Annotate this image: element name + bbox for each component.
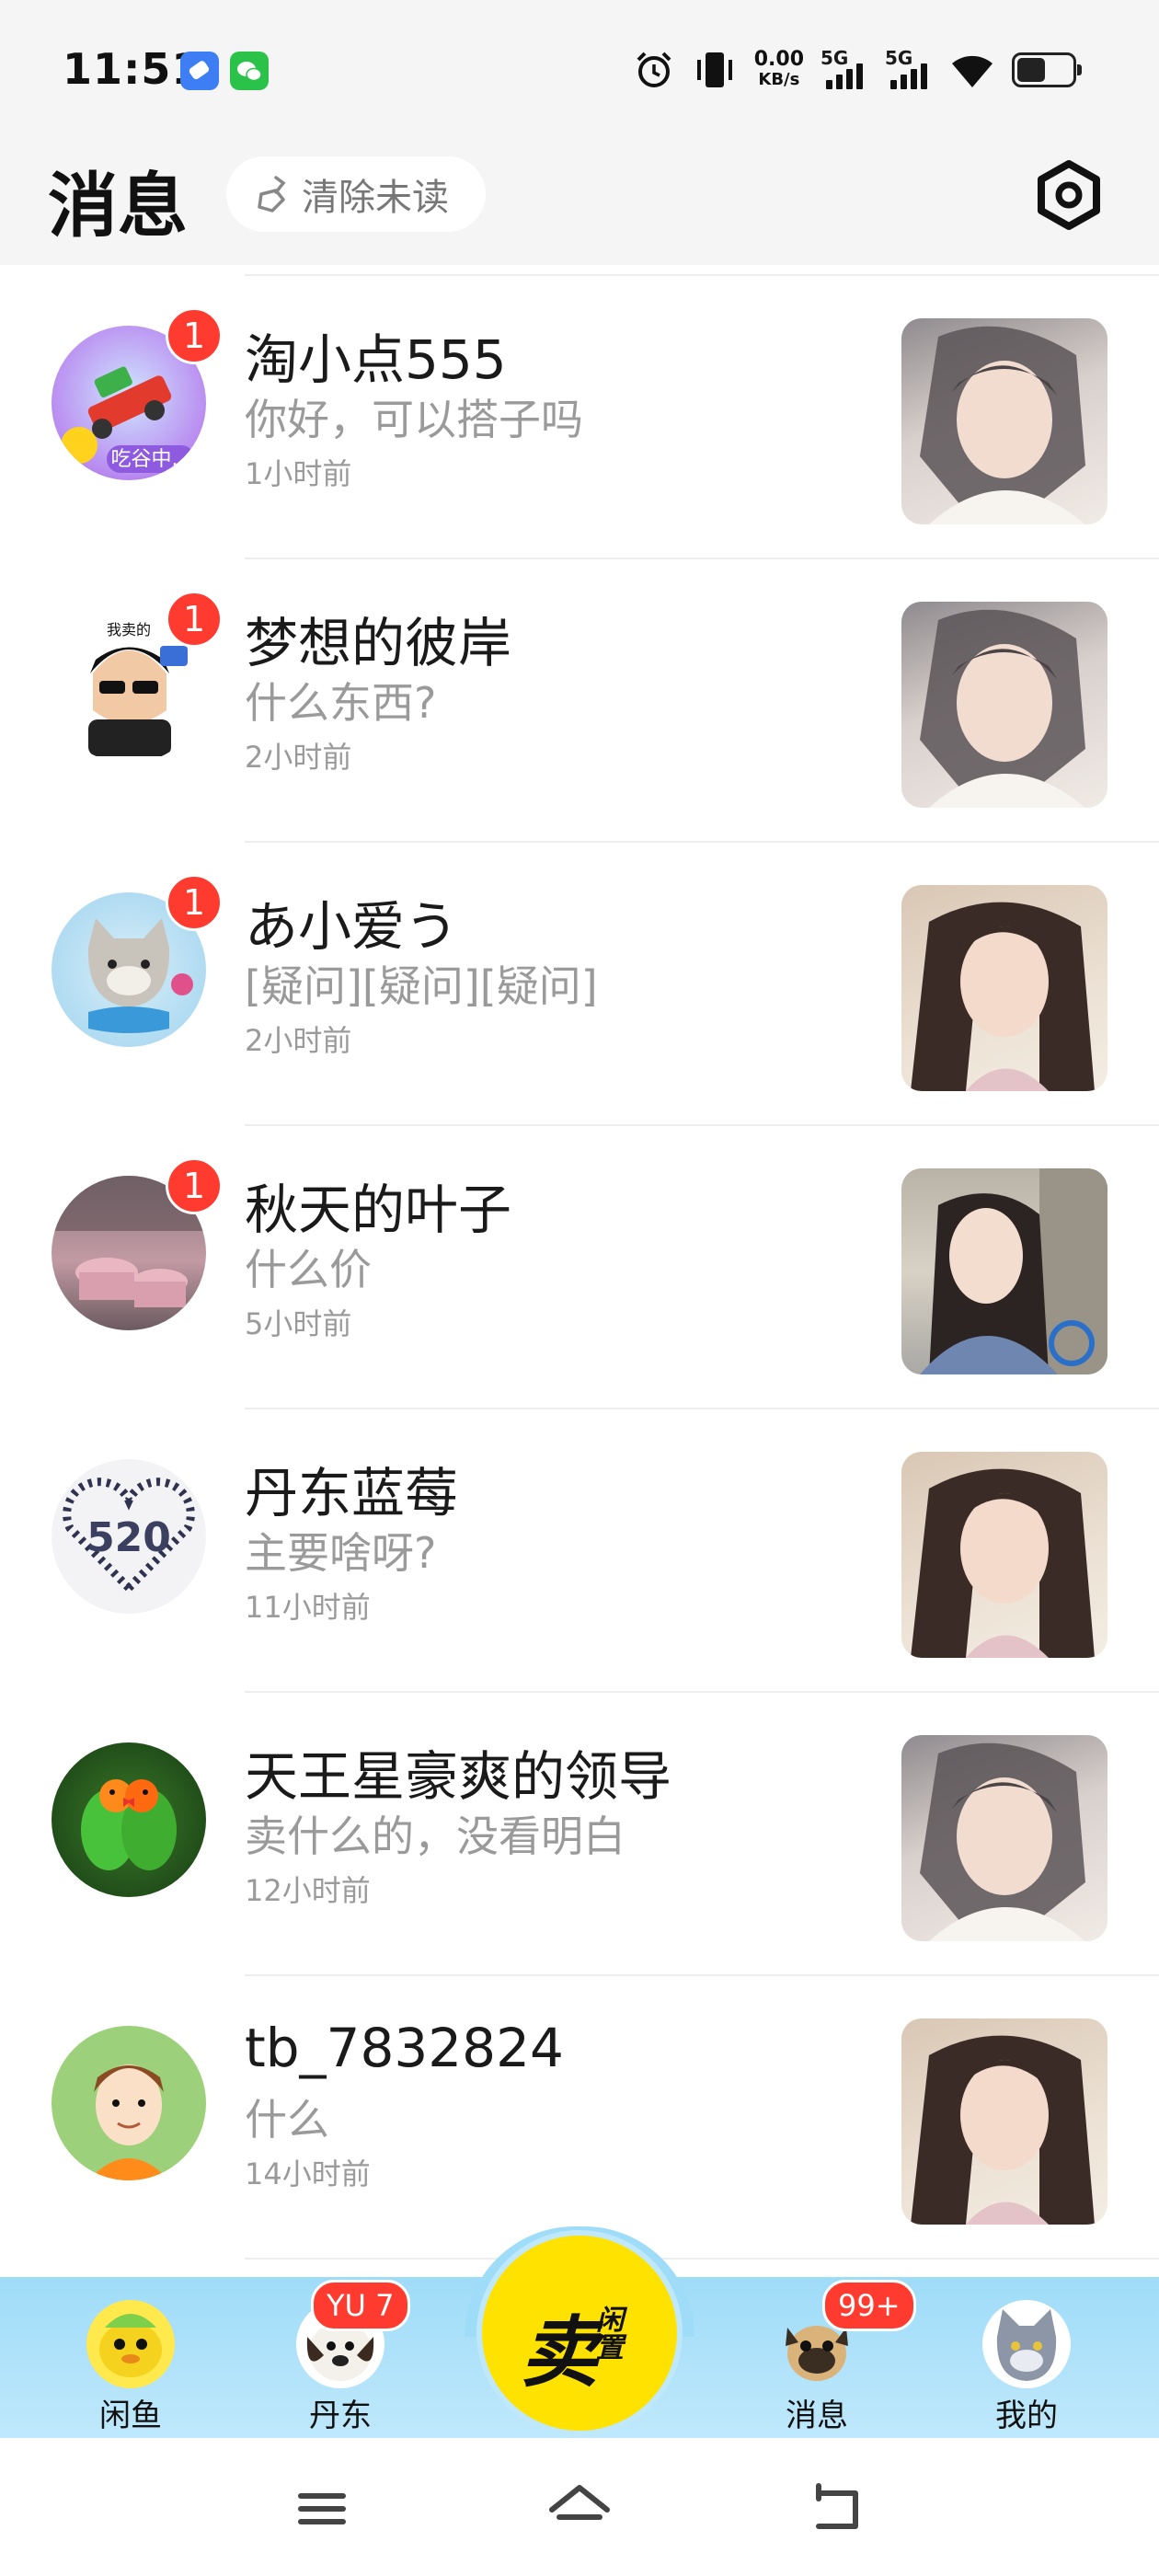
- tab-label: 我的: [995, 2398, 1058, 2434]
- last-message: 什么价: [245, 1245, 372, 1294]
- last-message: 什么东西?: [245, 678, 437, 728]
- message-time: 12小时前: [245, 1873, 371, 1908]
- avatar-caption: 我卖的: [107, 621, 151, 638]
- unread-badge: 1: [166, 1157, 223, 1214]
- contact-name: 天王星豪爽的领导: [245, 1745, 672, 1808]
- divider: [245, 1691, 1159, 1693]
- last-message: 你好，可以搭子吗: [245, 395, 583, 444]
- menu-icon[interactable]: [285, 2477, 359, 2541]
- tab-label: 闲鱼: [99, 2398, 162, 2434]
- item-thumbnail[interactable]: [901, 1168, 1107, 1374]
- item-thumbnail[interactable]: [901, 2018, 1107, 2225]
- divider: [245, 1124, 1159, 1126]
- clear-unread-button[interactable]: 清除未读: [226, 156, 486, 232]
- wechat-icon: [230, 52, 269, 90]
- contact-name: tb_7832824: [245, 2017, 564, 2079]
- tab-xianyu[interactable]: 闲鱼: [57, 2300, 204, 2435]
- tab-label: 丹东: [309, 2398, 372, 2434]
- conversation-row[interactable]: 520 丹东蓝莓 主要啥呀? 11小时前: [0, 1408, 1159, 1691]
- avatar[interactable]: [52, 2026, 206, 2180]
- message-time: 1小时前: [245, 456, 352, 491]
- avatar-caption: 吃谷中...: [111, 448, 191, 471]
- message-time: 14小时前: [245, 2156, 371, 2191]
- last-message: 主要啥呀?: [245, 1528, 437, 1578]
- divider: [245, 1974, 1159, 1976]
- contact-name: あ小爱う: [245, 895, 459, 958]
- cat-avatar-icon: [982, 2300, 1071, 2388]
- conversation-row[interactable]: 我卖的 1 梦想的彼岸 什么东西? 2小时前: [0, 558, 1159, 841]
- tab-badge: 99+: [822, 2280, 916, 2331]
- divider: [245, 1408, 1159, 1409]
- item-thumbnail[interactable]: [901, 1735, 1107, 1941]
- signal-sim1-icon: 5G: [820, 47, 868, 93]
- message-time: 11小时前: [245, 1590, 371, 1625]
- status-indicators: 0.00 KB/s 5G 5G: [633, 42, 1082, 98]
- avatar-caption: 520: [86, 1514, 171, 1561]
- contact-name: 秋天的叶子: [245, 1179, 512, 1241]
- item-thumbnail[interactable]: [901, 885, 1107, 1091]
- settings-icon[interactable]: [1032, 158, 1106, 232]
- unread-badge: 1: [166, 307, 223, 364]
- conversation-row[interactable]: 天王星豪爽的领导 卖什么的，没看明白 12小时前: [0, 1691, 1159, 1974]
- contact-name: 淘小点555: [245, 328, 507, 391]
- conversation-row[interactable]: 1 あ小爱う [疑问][疑问][疑问] 2小时前: [0, 841, 1159, 1124]
- unread-badge: 1: [166, 874, 223, 931]
- last-message: [疑问][疑问][疑问]: [245, 961, 598, 1011]
- last-message: 什么: [245, 2095, 329, 2145]
- conversation-row[interactable]: 吃谷中... 1 淘小点555 你好，可以搭子吗 1小时前: [0, 274, 1159, 558]
- status-bar: 11:51 0.00 KB/s 5G 5G: [0, 0, 1159, 147]
- signal-sim2-icon: 5G: [885, 47, 933, 93]
- conversation-row[interactable]: 1 秋天的叶子 什么价 5小时前: [0, 1124, 1159, 1408]
- vibrate-icon: [696, 52, 732, 87]
- network-speed: 0.00 KB/s: [753, 48, 804, 90]
- contact-name: 梦想的彼岸: [245, 612, 512, 674]
- message-time: 5小时前: [245, 1306, 352, 1341]
- divider: [245, 274, 1159, 276]
- divider: [245, 2258, 1159, 2260]
- item-thumbnail[interactable]: [901, 1452, 1107, 1658]
- clear-unread-label: 清除未读: [302, 177, 449, 219]
- message-time: 2小时前: [245, 740, 352, 775]
- last-message: 卖什么的，没看明白: [245, 1811, 625, 1861]
- message-time: 2小时前: [245, 1023, 352, 1058]
- divider: [245, 841, 1159, 843]
- sell-button-label: 卖: [521, 2307, 599, 2398]
- alarm-icon: [637, 52, 671, 87]
- avatar[interactable]: [52, 1742, 206, 1897]
- xianyu-fish-icon: [86, 2300, 175, 2388]
- tab-badge: YU 7: [311, 2280, 410, 2331]
- battery-icon: [1012, 52, 1082, 87]
- item-thumbnail[interactable]: [901, 602, 1107, 808]
- app-notification-icon: [180, 52, 219, 90]
- tab-mine[interactable]: 我的: [953, 2300, 1100, 2435]
- home-icon[interactable]: [543, 2477, 616, 2541]
- unread-badge: 1: [166, 591, 223, 648]
- item-thumbnail[interactable]: [901, 318, 1107, 524]
- sell-button-sublabel: 闲置: [596, 2305, 624, 2364]
- broom-icon: [258, 176, 286, 213]
- contact-name: 丹东蓝莓: [245, 1462, 459, 1524]
- divider: [245, 558, 1159, 559]
- avatar[interactable]: 520: [52, 1459, 206, 1614]
- page-title: 消息: [48, 165, 188, 247]
- conversation-row[interactable]: tb_7832824 什么 14小时前: [0, 1974, 1159, 2258]
- back-icon[interactable]: [800, 2477, 874, 2541]
- wifi-icon: [952, 55, 993, 87]
- tab-label: 消息: [786, 2398, 848, 2434]
